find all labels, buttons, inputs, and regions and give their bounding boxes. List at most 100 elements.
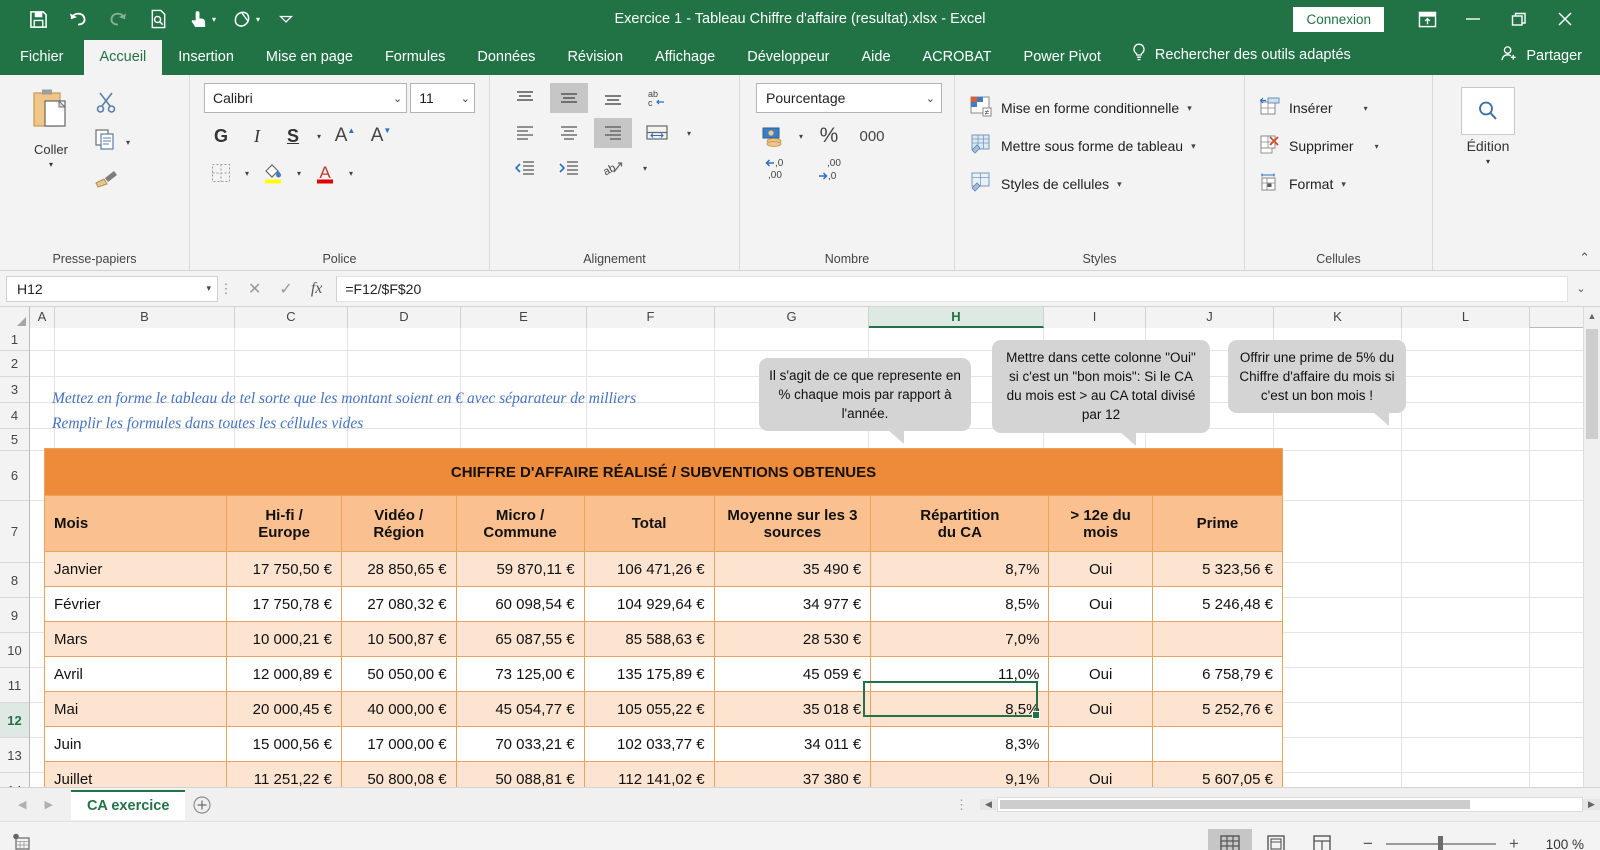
row-header-13[interactable]: 13 <box>0 738 29 773</box>
tab-fichier[interactable]: Fichier <box>0 40 84 75</box>
print-preview-icon[interactable] <box>138 3 178 35</box>
formula-input[interactable]: =F12/$F$20 <box>336 275 1568 302</box>
sheet-tab-ca-exercice[interactable]: CA exercice <box>70 789 186 820</box>
collapse-ribbon-icon[interactable]: ⌃ <box>1579 250 1590 266</box>
insert-function-icon[interactable]: fx <box>311 280 323 298</box>
underline-caret-icon[interactable]: ▾ <box>312 132 326 141</box>
decrease-indent-button[interactable] <box>506 153 544 183</box>
paste-caret-icon[interactable]: ▾ <box>49 160 53 169</box>
row-header-2[interactable]: 2 <box>0 351 29 377</box>
name-box-chevron-down-icon[interactable]: ▾ <box>206 283 211 294</box>
add-sheet-icon[interactable] <box>185 795 219 814</box>
ribbon-display-options-icon[interactable] <box>1404 0 1450 38</box>
close-icon[interactable] <box>1542 0 1588 38</box>
fill-color-button[interactable] <box>256 157 290 189</box>
normal-view-button[interactable] <box>1208 829 1252 850</box>
col-header-G[interactable]: G <box>715 307 869 328</box>
orientation-caret-icon[interactable]: ▾ <box>638 164 652 173</box>
editing-caret-icon[interactable]: ▾ <box>1486 157 1490 166</box>
tab-revision[interactable]: Révision <box>551 40 639 75</box>
name-box[interactable]: H12 ▾ <box>6 275 218 302</box>
zoom-out-button[interactable]: − <box>1360 834 1376 850</box>
enter-check-icon[interactable]: ✓ <box>279 279 292 299</box>
decrease-font-size-button[interactable]: A ▼ <box>364 120 398 152</box>
paste-button[interactable]: Coller ▾ <box>8 83 94 246</box>
tab-affichage[interactable]: Affichage <box>639 40 731 75</box>
font-size-chevron-down-icon[interactable]: ⌄ <box>461 92 470 105</box>
row-header-12[interactable]: 12 <box>0 703 29 738</box>
page-break-preview-button[interactable] <box>1300 829 1344 850</box>
insert-caret-icon[interactable]: ▾ <box>1359 104 1373 113</box>
zoom-slider[interactable] <box>1386 836 1496 850</box>
page-layout-view-button[interactable] <box>1254 829 1298 850</box>
merge-and-center-button[interactable] <box>638 118 676 148</box>
format-caret-icon[interactable]: ▾ <box>1341 179 1346 190</box>
row-header-14[interactable]: 14 <box>0 773 29 787</box>
font-name-chevron-down-icon[interactable]: ⌄ <box>393 92 402 105</box>
decrease-decimal-button[interactable]: ,00,0 <box>816 156 850 187</box>
tab-developpeur[interactable]: Développeur <box>731 40 845 75</box>
increase-decimal-button[interactable]: ,0,00 <box>764 156 798 187</box>
borders-button[interactable] <box>204 157 238 189</box>
undo-icon[interactable] <box>58 3 98 35</box>
comma-style-button[interactable]: 000 <box>850 120 894 152</box>
row-header-5[interactable]: 5 <box>0 429 29 451</box>
fill-color-caret-icon[interactable]: ▾ <box>292 169 306 178</box>
borders-caret-icon[interactable]: ▾ <box>240 169 254 178</box>
accounting-caret-icon[interactable]: ▾ <box>794 132 808 141</box>
font-color-button[interactable]: A <box>308 157 342 189</box>
accounting-format-button[interactable] <box>756 120 790 152</box>
tab-accueil[interactable]: Accueil <box>83 40 163 75</box>
copy-button[interactable]: ▾ <box>94 127 135 157</box>
next-sheet-icon[interactable]: ▶ <box>44 798 52 811</box>
vertical-scroll-thumb[interactable] <box>1586 329 1598 439</box>
align-right-button[interactable] <box>594 118 632 148</box>
horizontal-scroll-track[interactable] <box>997 797 1583 812</box>
col-header-C[interactable]: C <box>235 307 348 328</box>
touch-mouse-mode-icon[interactable] <box>178 3 218 35</box>
italic-button[interactable]: I <box>240 120 274 152</box>
col-header-I[interactable]: I <box>1044 307 1146 328</box>
col-header-D[interactable]: D <box>348 307 461 328</box>
format-painter-button[interactable] <box>94 165 135 195</box>
font-name-input[interactable]: Calibri ⌄ <box>204 83 408 113</box>
format-as-table-button[interactable]: Mettre sous forme de tableau ▾ <box>963 127 1196 165</box>
customize-quick-access-icon[interactable] <box>266 3 306 35</box>
col-header-L[interactable]: L <box>1402 307 1530 328</box>
share-button[interactable]: Partager <box>1500 45 1600 75</box>
row-header-11[interactable]: 11 <box>0 668 29 703</box>
row-header-3[interactable]: 3 <box>0 377 29 403</box>
tab-donnees[interactable]: Données <box>461 40 551 75</box>
tab-acrobat[interactable]: ACROBAT <box>907 40 1008 75</box>
cancel-icon[interactable]: ✕ <box>248 279 261 299</box>
tab-aide[interactable]: Aide <box>845 40 906 75</box>
row-header-4[interactable]: 4 <box>0 403 29 429</box>
conditional-formatting-button[interactable]: ≠ Mise en forme conditionnelle ▾ <box>963 89 1196 127</box>
row-header-6[interactable]: 6 <box>0 451 29 501</box>
tab-insertion[interactable]: Insertion <box>162 40 250 75</box>
increase-font-size-button[interactable]: A ▲ <box>328 120 362 152</box>
delete-caret-icon[interactable]: ▾ <box>1370 142 1384 151</box>
grid-cells[interactable]: Mettez en forme le tableau de tel sorte … <box>30 328 1600 787</box>
format-as-table-caret-icon[interactable]: ▾ <box>1191 141 1196 152</box>
vertical-scrollbar[interactable]: ▲ <box>1583 307 1600 787</box>
wrap-text-button[interactable]: ab c <box>638 83 676 113</box>
col-header-H[interactable]: H <box>869 307 1044 328</box>
format-cells-button[interactable]: Format ▾ <box>1253 165 1384 203</box>
col-header-A[interactable]: A <box>30 307 55 328</box>
sign-in-button[interactable]: Connexion <box>1293 6 1384 32</box>
copy-caret-icon[interactable]: ▾ <box>121 138 135 147</box>
horizontal-scroll-thumb[interactable] <box>1000 800 1470 809</box>
scroll-left-icon[interactable]: ◀ <box>980 799 997 810</box>
sheet-bar-resize-handle[interactable]: ⋮ <box>955 797 980 813</box>
minimize-icon[interactable] <box>1450 0 1496 38</box>
align-top-button[interactable] <box>506 83 544 113</box>
tab-formules[interactable]: Formules <box>369 40 461 75</box>
draw-shape-icon[interactable] <box>222 3 262 35</box>
conditional-formatting-caret-icon[interactable]: ▾ <box>1187 103 1192 114</box>
align-center-button[interactable] <box>550 118 588 148</box>
number-format-select[interactable]: Pourcentage ⌄ <box>756 83 942 113</box>
underline-button[interactable]: S <box>276 120 310 152</box>
select-all-corner[interactable] <box>0 307 30 328</box>
cell-styles-caret-icon[interactable]: ▾ <box>1117 179 1122 190</box>
